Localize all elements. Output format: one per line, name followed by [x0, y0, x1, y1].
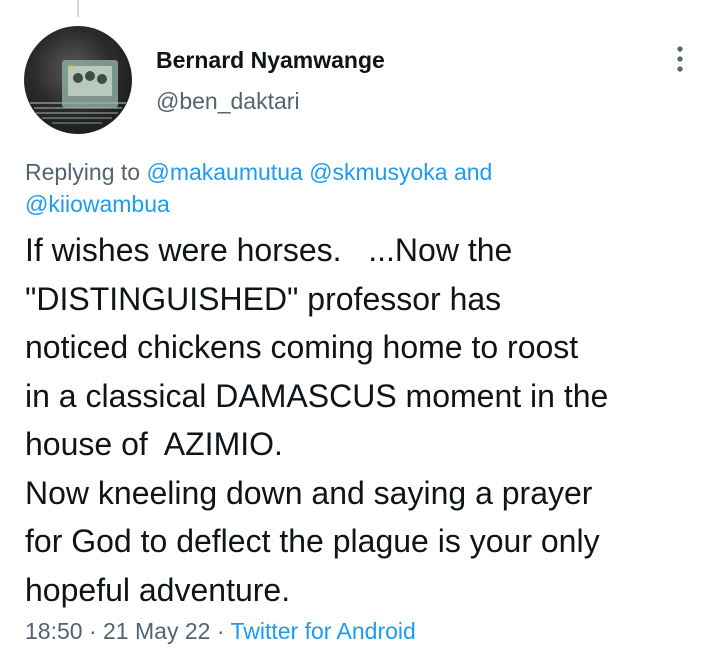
- replying-to-label: Replying to: [25, 159, 141, 185]
- tweet-meta: 18:50 · 21 May 22 · Twitter for Android: [25, 618, 416, 645]
- meta-separator: ·: [88, 618, 97, 644]
- tweet-text-line: in a classical DAMASCUS moment in the: [25, 377, 609, 414]
- tweet-source-link[interactable]: Twitter for Android: [230, 618, 415, 644]
- mention-link[interactable]: @makaumutua: [146, 159, 302, 185]
- tweet-text-line: Now kneeling down and saying a prayer: [25, 474, 593, 511]
- tweet-time[interactable]: 18:50: [25, 618, 83, 644]
- mention-link[interactable]: @kiiowambua: [25, 191, 170, 217]
- tweet-text-line: "DISTINGUISHED" professor has: [25, 280, 502, 317]
- tweet-text-line: If wishes were horses. ...Now the: [25, 232, 513, 268]
- vertical-ellipsis-icon: [677, 46, 683, 72]
- replying-to: Replying to @makaumutua @skmusyoka and @…: [25, 156, 685, 220]
- author-display-name[interactable]: Bernard Nyamwange: [156, 47, 385, 74]
- tweet-text-line: house of AZIMIO.: [25, 426, 283, 462]
- svg-text:“: “: [68, 63, 76, 77]
- meta-separator: ·: [216, 618, 225, 644]
- tweet-text-line: for God to deflect the plague is your on…: [25, 523, 600, 559]
- avatar-image: “: [30, 60, 126, 124]
- mention-link[interactable]: @skmusyoka: [309, 159, 447, 185]
- author-handle[interactable]: @ben_daktari: [156, 88, 300, 115]
- tweet-text-line: noticed chickens coming home to roost: [25, 329, 579, 365]
- tweet-text: If wishes were horses. ...Now the "DISTI…: [25, 226, 715, 614]
- avatar[interactable]: “: [24, 26, 132, 134]
- more-options-button[interactable]: [665, 42, 695, 76]
- tweet-date[interactable]: 21 May 22: [103, 618, 210, 644]
- tweet-text-line: hopeful adventure.: [25, 571, 291, 608]
- thread-connector-line: [77, 0, 79, 17]
- mention-and-text: and: [453, 159, 493, 185]
